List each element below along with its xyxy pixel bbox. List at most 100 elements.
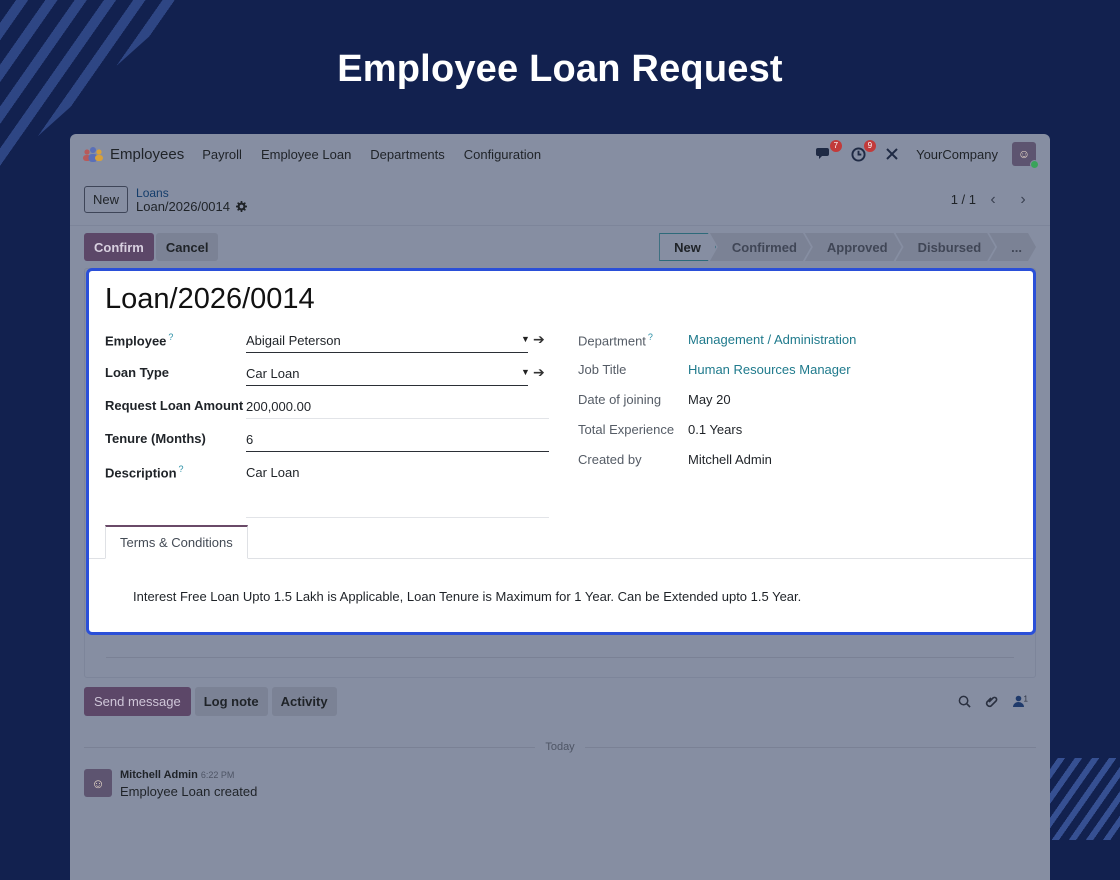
chevron-left-icon: ‹ [990,190,996,208]
stage-approved[interactable]: Approved [805,233,902,261]
debug-tools-icon[interactable] [882,145,902,163]
pager-next-button[interactable]: › [1010,187,1036,213]
followers-count: 1 [1023,693,1028,703]
help-tooltip-icon: ? [168,332,174,342]
tab-terms-and-conditions[interactable]: Terms & Conditions [105,525,248,559]
decorative-stripes-bottom-right [1048,758,1120,840]
tenure-field-row: Tenure (Months) 6 [105,428,555,461]
banner-title: Employee Loan Request [337,48,783,90]
message-body: Employee Loan created [120,784,258,799]
record-title: Loan/2026/0014 [105,283,315,315]
tenure-input[interactable]: 6 [246,432,253,447]
job-title-link[interactable]: Human Resources Manager [688,362,851,377]
app-switcher[interactable]: Employees [82,146,184,163]
stage-new[interactable]: New [659,233,716,261]
amount-input[interactable]: 200,000.00 [246,399,311,414]
control-panel: New Loans Loan/2026/0014 1 / 1 ‹ › [70,174,1050,226]
messages-badge: 7 [829,140,843,152]
clock-icon [851,146,866,162]
employee-underline [246,352,528,353]
pager-previous-button[interactable]: ‹ [980,187,1006,213]
confirm-button[interactable]: Confirm [84,233,154,261]
help-tooltip-icon: ? [647,332,653,342]
date-of-joining-label: Date of joining [578,392,662,407]
activities-badge: 9 [863,140,877,152]
tenure-underline [246,451,549,452]
department-label: Department? [578,332,653,349]
message-author[interactable]: Mitchell Admin 6:22 PM [120,769,257,781]
activity-button[interactable]: Activity [271,687,337,716]
activities-button[interactable]: 9 [848,140,877,163]
menu-configuration[interactable]: Configuration [464,147,541,162]
employee-label: Employee? [105,332,174,349]
internal-link-arrow-icon[interactable]: ➔ [533,364,545,381]
pager: 1 / 1 ‹ › [951,187,1036,213]
breadcrumb-current-label: Loan/2026/0014 [136,198,230,214]
app-name: Employees [110,145,185,163]
breadcrumb-parent-link[interactable]: Loans [136,186,247,200]
menu-employee-loan[interactable]: Employee Loan [261,147,351,162]
paperclip-icon[interactable] [985,695,999,709]
chevron-right-icon: › [1020,190,1026,208]
left-field-group: Employee? Abigail Peterson ▼ ➔ Loan Type… [105,329,555,529]
new-button[interactable]: New [84,186,129,213]
send-message-button[interactable]: Send message [84,687,191,716]
menu-departments[interactable]: Departments [370,147,444,162]
dropdown-caret-icon[interactable]: ▼ [521,334,530,344]
chatter-icons: 1 [958,694,1036,710]
total-experience-label: Total Experience [578,422,675,437]
description-underline [246,517,549,518]
cancel-button[interactable]: Cancel [155,233,219,261]
chatter-message: ☺ Mitchell Admin 6:22 PM Employee Loan cr… [84,769,257,799]
employee-input[interactable]: Abigail Peterson [246,333,341,348]
date-of-joining-row: Date of joining May 20 [578,389,998,419]
menu-payroll[interactable]: Payroll [202,147,242,162]
search-icon[interactable] [958,695,971,708]
employee-field-row: Employee? Abigail Peterson ▼ ➔ [105,329,555,362]
stage-disbursed[interactable]: Disbursed [896,233,996,261]
pager-value[interactable]: 1 / 1 [951,192,976,207]
internal-link-arrow-icon[interactable]: ➔ [533,331,545,348]
description-input[interactable]: Car Loan [246,465,299,480]
dropdown-caret-icon[interactable]: ▼ [521,367,530,377]
followers-button[interactable]: 1 [1012,693,1028,710]
chat-icon [816,148,830,159]
message-author-avatar[interactable]: ☺ [84,769,112,797]
loan-type-field-row: Loan Type Car Loan ▼ ➔ [105,362,555,395]
employees-app-icon [82,146,104,162]
loan-type-label: Loan Type [105,365,170,380]
loan-form-card: Loan/2026/0014 Employee? Abigail Peterso… [86,268,1036,635]
date-separator: Today [84,740,1037,754]
messaging-button[interactable]: 7 [814,140,843,163]
log-note-button[interactable]: Log note [194,687,268,716]
amount-underline [246,418,549,419]
message-time: 6:22 PM [200,770,235,780]
right-field-group: Department? Management / Administration … [578,329,998,479]
breadcrumb-current: Loan/2026/0014 [136,198,247,214]
description-label: Description? [105,464,184,481]
amount-label: Request Loan Amount [105,398,244,413]
total-experience-value: 0.1 Years [688,422,743,437]
created-by-value: Mitchell Admin [688,452,772,467]
chatter-toolbar: Send message Log note Activity 1 [84,687,1036,716]
stage-confirmed[interactable]: Confirmed [710,233,811,261]
description-field-row: Description? Car Loan [105,461,555,529]
breadcrumb: Loans Loan/2026/0014 [136,186,247,214]
loan-type-input[interactable]: Car Loan [246,366,299,381]
loan-type-underline [246,385,528,386]
user-icon [1012,695,1024,707]
statusbar: New Confirmed Approved Disbursed ... [659,233,1036,261]
stage-more-button[interactable]: ... [989,233,1036,261]
online-status-dot [1030,160,1039,169]
user-avatar[interactable]: ☺ [1012,142,1039,169]
job-title-row: Job Title Human Resources Manager [578,359,998,389]
top-navbar: Employees Payroll Employee Loan Departme… [70,134,1050,174]
help-tooltip-icon: ? [178,464,184,474]
date-separator-label: Today [545,741,575,753]
gear-icon[interactable] [236,201,247,212]
company-switcher[interactable]: YourCompany [916,147,998,162]
created-by-label: Created by [578,452,642,467]
department-link[interactable]: Management / Administration [688,332,856,347]
amount-field-row: Request Loan Amount 200,000.00 [105,395,555,428]
tenure-label: Tenure (Months) [105,431,206,446]
